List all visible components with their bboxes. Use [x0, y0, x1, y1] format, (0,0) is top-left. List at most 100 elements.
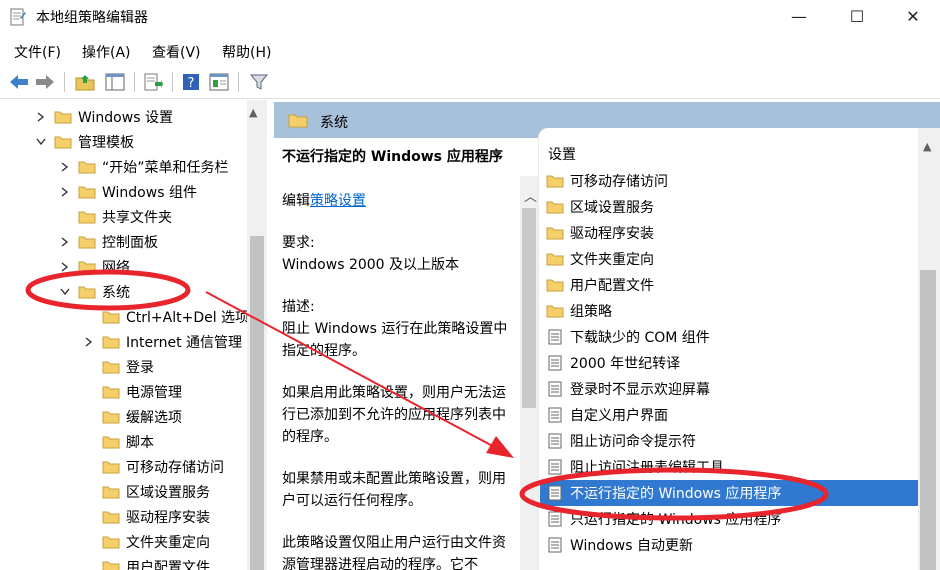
folder-icon — [78, 185, 96, 199]
list-item-label: 不运行指定的 Windows 应用程序 — [570, 486, 782, 502]
forward-arrow-icon[interactable] — [34, 71, 56, 93]
list-item[interactable]: 只运行指定的 Windows 应用程序 — [540, 506, 918, 532]
list-item-label: 阻止访问注册表编辑工具 — [570, 460, 724, 476]
menu-view[interactable]: 查看(V) — [152, 42, 201, 62]
list-item[interactable]: 可移动存储访问 — [540, 168, 918, 194]
close-button[interactable]: ✕ — [884, 0, 940, 32]
help-icon[interactable]: ? — [180, 71, 202, 93]
tree-item[interactable]: 电源管理 — [82, 379, 182, 404]
tree-item[interactable]: 系统 — [58, 279, 130, 304]
chevron-right-icon[interactable] — [82, 329, 96, 354]
settings-scroll-up-icon[interactable]: ▲ — [923, 140, 931, 153]
svg-text:?: ? — [188, 76, 195, 91]
folder-icon — [78, 260, 96, 274]
tree-item[interactable]: 区域设置服务 — [82, 479, 210, 504]
tree-item[interactable]: 脚本 — [82, 429, 154, 454]
policy-setting-icon — [546, 406, 564, 424]
export-list-icon[interactable] — [142, 71, 164, 93]
properties-icon[interactable] — [208, 71, 230, 93]
tree-scroll-up-icon[interactable]: ▲ — [249, 106, 257, 119]
tree-item[interactable]: 驱动程序安装 — [82, 504, 210, 529]
folder-icon — [288, 114, 308, 128]
folder-icon — [54, 110, 72, 124]
chevron-right-icon[interactable] — [34, 104, 48, 129]
menu-action[interactable]: 操作(A) — [82, 42, 131, 62]
policy-setting-icon — [546, 536, 564, 554]
list-item[interactable]: Windows 自动更新 — [540, 532, 918, 558]
list-item[interactable]: 用户配置文件 — [540, 272, 918, 298]
description-scroll-up-icon[interactable]: ︿ — [524, 186, 537, 205]
menu-file[interactable]: 文件(F) — [14, 42, 61, 62]
edit-policy-link[interactable]: 策略设置 — [310, 193, 366, 209]
tree-scrollbar-thumb[interactable] — [250, 236, 264, 570]
minimize-button[interactable]: — — [770, 0, 828, 32]
folder-icon — [78, 285, 96, 299]
tree-item-label: 网络 — [102, 259, 130, 276]
tree-item-label: 登录 — [126, 359, 154, 376]
tree-item[interactable]: 可移动存储访问 — [82, 454, 224, 479]
list-item-selected[interactable]: 不运行指定的 Windows 应用程序 — [540, 480, 918, 506]
folder-icon — [78, 160, 96, 174]
tree-item[interactable]: 共享文件夹 — [58, 204, 172, 229]
list-item[interactable]: 驱动程序安装 — [540, 220, 918, 246]
chevron-right-icon[interactable] — [58, 179, 72, 204]
chevron-right-icon[interactable] — [58, 229, 72, 254]
up-folder-icon[interactable] — [74, 71, 96, 93]
folder-icon — [546, 172, 564, 190]
show-hide-tree-icon[interactable] — [104, 71, 126, 93]
tree-item-label: “开始”菜单和任务栏 — [102, 159, 229, 176]
tree-item[interactable]: 网络 — [58, 254, 130, 279]
tree-item[interactable]: 管理模板 — [34, 129, 134, 154]
list-item-label: 驱动程序安装 — [570, 226, 654, 242]
tree-item-label: 文件夹重定向 — [126, 534, 210, 551]
chevron-right-icon[interactable] — [58, 254, 72, 279]
menu-help[interactable]: 帮助(H) — [222, 42, 271, 62]
filter-icon[interactable] — [248, 71, 270, 93]
list-item[interactable]: 登录时不显示欢迎屏幕 — [540, 376, 918, 402]
tree-item[interactable]: 文件夹重定向 — [82, 529, 210, 554]
tree-item[interactable]: Windows 设置 — [34, 104, 173, 129]
tree-item[interactable]: 控制面板 — [58, 229, 158, 254]
tree-item[interactable]: Ctrl+Alt+Del 选项 — [82, 304, 249, 329]
folder-icon — [102, 360, 120, 374]
list-item[interactable]: 阻止访问注册表编辑工具 — [540, 454, 918, 480]
chevron-down-icon[interactable] — [34, 129, 48, 154]
chevron-right-icon[interactable] — [58, 154, 72, 179]
window-title: 本地组策略编辑器 — [36, 10, 148, 26]
list-item[interactable]: 组策略 — [540, 298, 918, 324]
tree-item[interactable]: Internet 通信管理 — [82, 329, 242, 354]
tree-item[interactable]: 用户配置文件 — [82, 554, 210, 570]
list-item-label: 可移动存储访问 — [570, 174, 668, 190]
tree-item[interactable]: Windows 组件 — [58, 179, 197, 204]
folder-icon — [546, 302, 564, 320]
folder-icon — [546, 276, 564, 294]
navigation-tree: Windows 设置管理模板 “开始”菜单和任务栏 Windows 组件 共享文件夹控… — [0, 100, 270, 570]
folder-icon — [102, 310, 120, 324]
back-arrow-icon[interactable] — [8, 71, 30, 93]
tree-item-label: 缓解选项 — [126, 409, 182, 426]
chevron-down-icon[interactable] — [58, 279, 72, 304]
list-item[interactable]: 下载缺少的 COM 组件 — [540, 324, 918, 350]
folder-icon — [78, 235, 96, 249]
list-item[interactable]: 区域设置服务 — [540, 194, 918, 220]
settings-scrollbar-thumb[interactable] — [920, 270, 936, 570]
policy-setting-icon — [546, 380, 564, 398]
list-item[interactable]: 阻止访问命令提示符 — [540, 428, 918, 454]
maximize-button[interactable]: ☐ — [828, 0, 886, 32]
list-item[interactable]: 文件夹重定向 — [540, 246, 918, 272]
description-scrollbar-thumb[interactable] — [522, 208, 536, 408]
tree-item-label: Windows 设置 — [78, 109, 173, 126]
tree-item[interactable]: 缓解选项 — [82, 404, 182, 429]
settings-column-header[interactable]: 设置 — [548, 144, 576, 164]
list-item[interactable]: 自定义用户界面 — [540, 402, 918, 428]
edit-policy-line: 编辑策略设置 — [282, 190, 518, 212]
list-item[interactable]: 2000 年世纪转译 — [540, 350, 918, 376]
tree-item[interactable]: 登录 — [82, 354, 154, 379]
tree-item[interactable]: “开始”菜单和任务栏 — [58, 154, 229, 179]
